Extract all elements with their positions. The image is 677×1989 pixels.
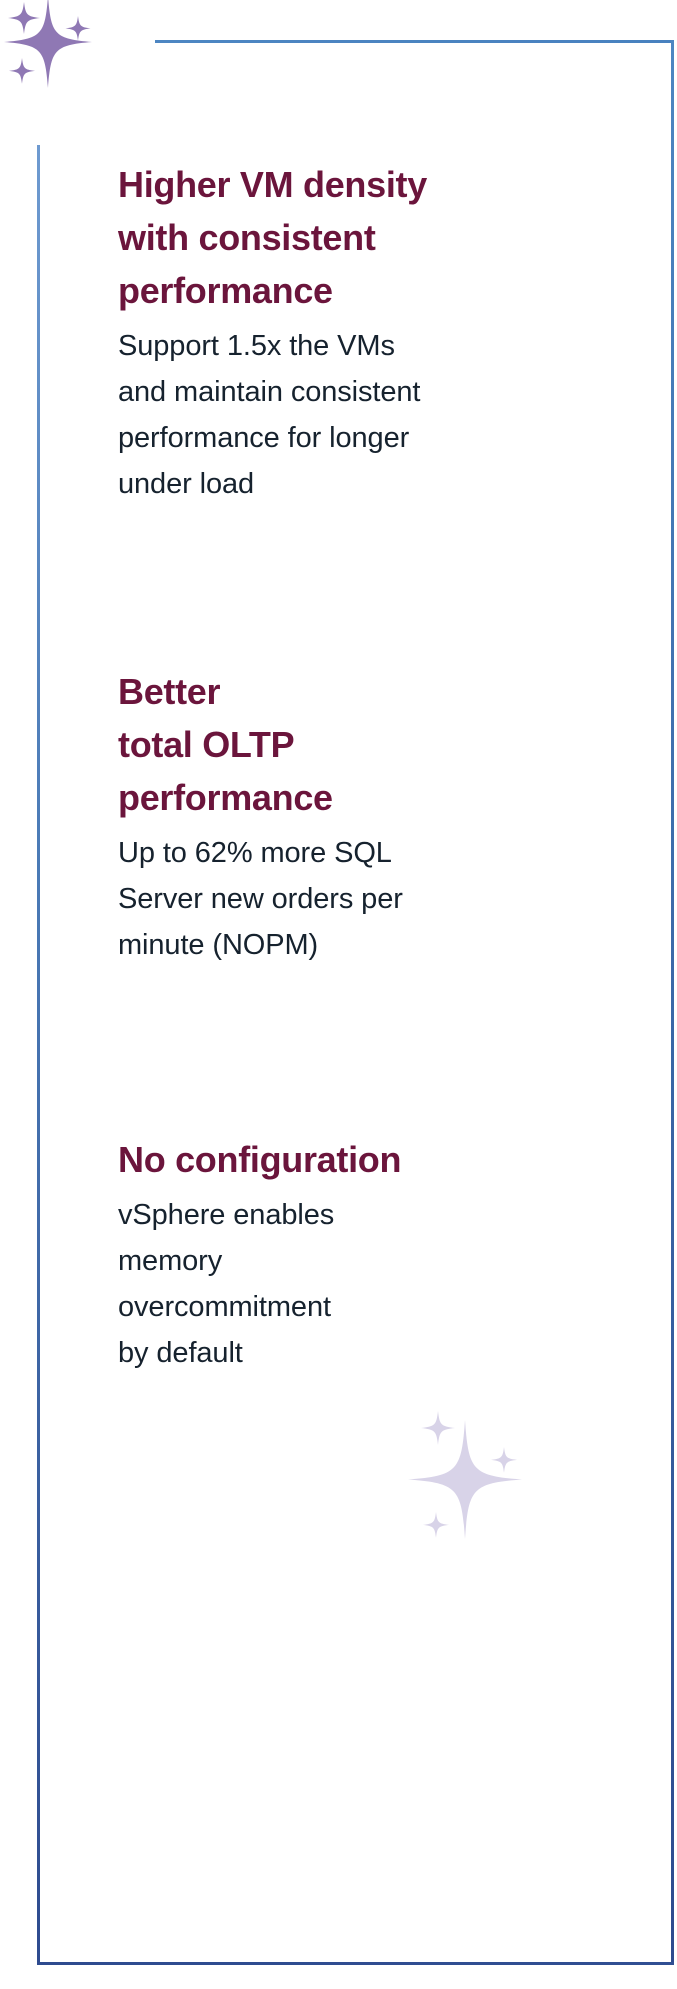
frame-right-edge [671,40,674,1965]
sparkle-cluster-icon-top-left [0,0,158,129]
sparkle-cluster-icon-bottom-right [368,1365,548,1620]
feature-heading: Better total OLTP performance [118,671,333,818]
feature-body: Up to 62% more SQL Server new orders per… [118,837,403,961]
feature-heading: Higher VM density with consistent perfor… [118,164,427,311]
feature-heading: No configuration [118,1139,402,1180]
feature-block-oltp-performance: Better total OLTP performance Up to 62% … [118,665,518,968]
feature-block-no-configuration: No configuration vSphere enables memory … [118,1133,518,1376]
feature-block-vm-density: Higher VM density with consistent perfor… [118,158,518,507]
frame-bottom-edge [37,1962,674,1965]
slide-canvas: Higher VM density with consistent perfor… [0,0,677,1989]
frame-left-edge [37,145,40,1965]
feature-body: Support 1.5x the VMs and maintain consis… [118,330,421,500]
frame-top-edge [155,40,674,43]
feature-body: vSphere enables memory overcommitment by… [118,1199,335,1369]
